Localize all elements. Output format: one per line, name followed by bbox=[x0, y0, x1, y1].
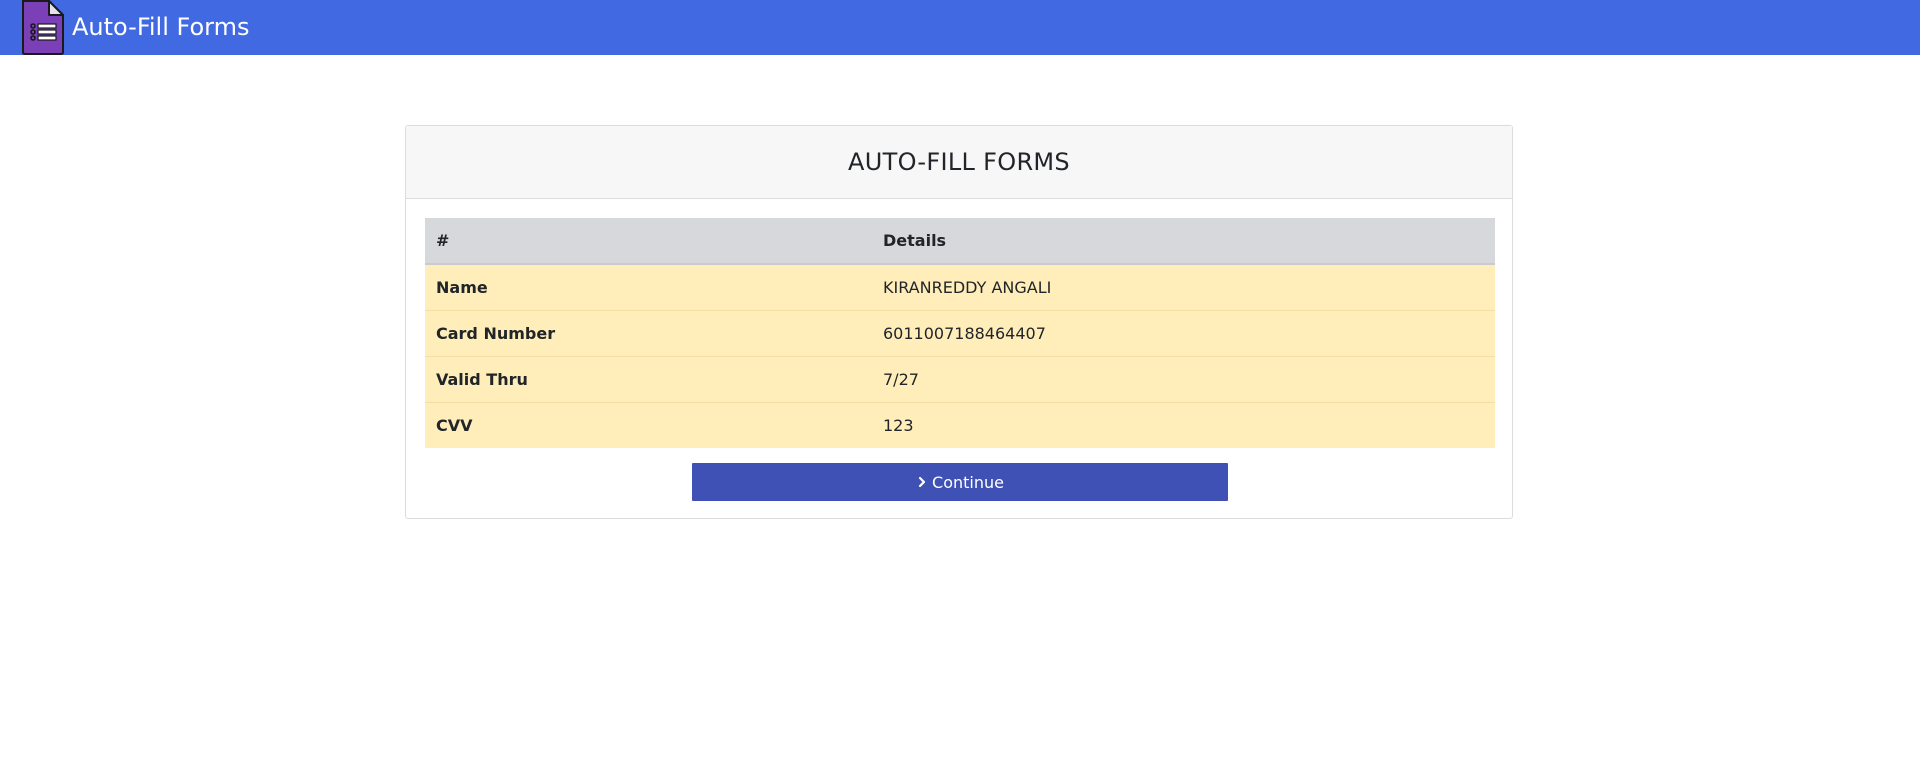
table-row: Valid Thru 7/27 bbox=[425, 355, 1495, 402]
details-table: # Details Name KIRANREDDY ANGALI Card Nu… bbox=[425, 218, 1495, 448]
brand-title[interactable]: Auto-Fill Forms bbox=[72, 13, 249, 41]
row-value: 123 bbox=[872, 401, 1495, 448]
row-label: Valid Thru bbox=[425, 355, 872, 402]
continue-button[interactable]: Continue bbox=[692, 463, 1228, 501]
table-row: CVV 123 bbox=[425, 401, 1495, 448]
form-list-icon[interactable] bbox=[21, 0, 65, 55]
table-header-row: # Details bbox=[425, 218, 1495, 265]
row-label: CVV bbox=[425, 401, 872, 448]
row-label: Name bbox=[425, 263, 872, 310]
column-header-number: # bbox=[425, 218, 872, 265]
page-title: AUTO-FILL FORMS bbox=[848, 148, 1070, 176]
table-row: Name KIRANREDDY ANGALI bbox=[425, 263, 1495, 310]
row-value: 7/27 bbox=[872, 355, 1495, 402]
chevron-right-icon bbox=[918, 476, 926, 488]
card-header: AUTO-FILL FORMS bbox=[406, 126, 1512, 199]
row-value: 6011007188464407 bbox=[872, 309, 1495, 356]
continue-label: Continue bbox=[932, 472, 1004, 492]
row-label: Card Number bbox=[425, 309, 872, 356]
top-navbar: Auto-Fill Forms bbox=[0, 0, 1920, 55]
details-card: AUTO-FILL FORMS # Details Name KIRANREDD… bbox=[405, 125, 1513, 519]
table-row: Card Number 6011007188464407 bbox=[425, 309, 1495, 356]
column-header-details: Details bbox=[872, 218, 1495, 265]
row-value: KIRANREDDY ANGALI bbox=[872, 263, 1495, 310]
